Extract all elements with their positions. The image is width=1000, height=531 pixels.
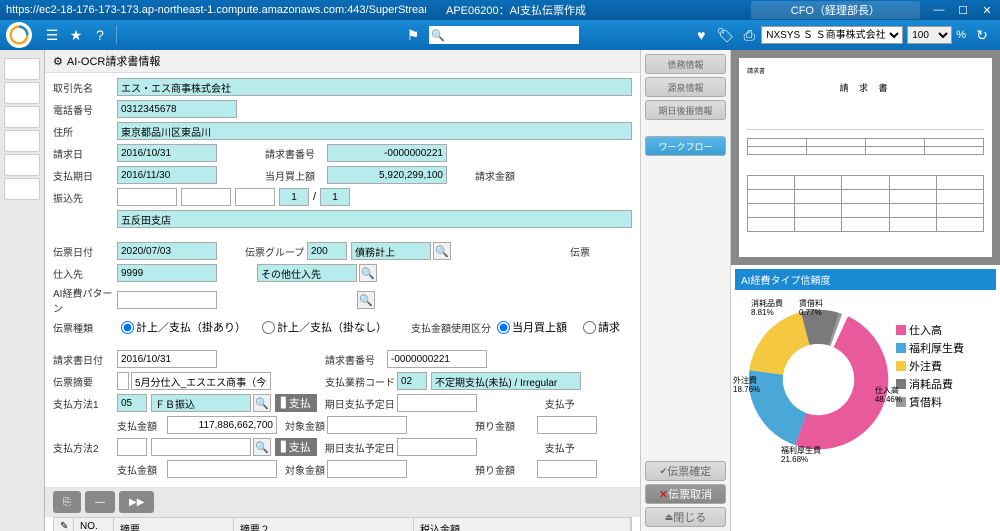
slip-group-input[interactable] xyxy=(307,242,347,260)
nav-item[interactable] xyxy=(4,154,40,176)
search-input[interactable]: 🔍 xyxy=(429,26,579,44)
postdate-button[interactable]: 期日後振情報 xyxy=(645,100,726,120)
cancel-button[interactable]: ✕ 伝票取消 xyxy=(645,484,726,504)
help-icon[interactable]: ? xyxy=(90,25,110,45)
star-icon[interactable]: ★ xyxy=(66,25,86,45)
titlebar: https://ec2-18-176-173-173.ap-northeast-… xyxy=(0,0,1000,20)
close-icon[interactable]: ✕ xyxy=(980,4,994,17)
right-action-panel: 债務情報 源泉情報 期日後振情報 ワークフロー ✔ 伝票確定 ✕ 伝票取消 ⏏ … xyxy=(640,50,730,531)
grid-header: ✎ NO. 摘要 摘要２ 税込金額 xyxy=(53,517,632,531)
month-purchase-input[interactable] xyxy=(327,166,447,184)
due-date-input[interactable] xyxy=(117,166,217,184)
radio-keijyo-ari[interactable]: 計上／支払（掛あり） xyxy=(121,319,246,335)
close-button[interactable]: ⏏ 閉じる xyxy=(645,507,726,527)
app-id: APE06200：AI支払伝票作成 xyxy=(446,2,751,18)
invoice-date2-input[interactable] xyxy=(117,350,217,368)
source-info-button[interactable]: 源泉情報 xyxy=(645,77,726,97)
invoice-date-input[interactable] xyxy=(117,144,217,162)
flag-icon[interactable]: ⚑ xyxy=(403,25,423,45)
pay-amount-input[interactable] xyxy=(167,416,277,434)
search-icon[interactable]: 🔍 xyxy=(253,438,271,456)
nav-item[interactable] xyxy=(4,130,40,152)
search-icon[interactable]: 🔍 xyxy=(359,264,377,282)
tel-input[interactable] xyxy=(117,100,237,118)
maximize-icon[interactable]: ☐ xyxy=(956,4,970,17)
workflow-button[interactable]: ワークフロー xyxy=(645,136,726,156)
copy-button[interactable]: ⎘ xyxy=(53,491,81,513)
branch-input[interactable] xyxy=(117,210,632,228)
nav-item[interactable] xyxy=(4,82,40,104)
refresh-icon[interactable]: ↻ xyxy=(972,25,992,45)
radio-togetsu[interactable]: 当月買上額 xyxy=(497,319,567,335)
radio-seikyu[interactable]: 請求 xyxy=(583,319,620,335)
user-role: CFO（経理部長） xyxy=(751,1,920,19)
debt-info-button[interactable]: 债務情報 xyxy=(645,54,726,74)
search-icon[interactable]: 🔍 xyxy=(433,242,451,260)
chart-title: AI経費タイプ信頼度 xyxy=(735,269,996,290)
nav-item[interactable] xyxy=(4,178,40,200)
section-ocr-header: ⚙ AI-OCR請求書情報 xyxy=(45,50,640,73)
ai-pattern-input[interactable] xyxy=(117,291,217,309)
delete-button[interactable]: — xyxy=(85,491,115,513)
menu-icon[interactable]: ☰ xyxy=(42,25,62,45)
invoice-no2-input[interactable] xyxy=(387,350,487,368)
next-button[interactable]: ▶▶ xyxy=(119,491,154,513)
search-icon[interactable]: 🔍 xyxy=(357,291,375,309)
gear-icon: ⚙ xyxy=(53,55,63,68)
pay-button[interactable]: ▋ 支払 xyxy=(275,394,317,412)
pay-button-2[interactable]: ▋ 支払 xyxy=(275,438,317,456)
nav-item[interactable] xyxy=(4,106,40,128)
minimize-icon[interactable]: — xyxy=(932,4,946,17)
left-nav xyxy=(0,50,45,531)
document-preview: 請求書 請 求 書 xyxy=(731,50,1000,265)
radio-keijyo-nashi[interactable]: 計上／支払（掛なし） xyxy=(262,319,387,335)
print-icon[interactable]: ⎙ xyxy=(739,25,759,45)
heart-icon[interactable]: ♥ xyxy=(691,25,711,45)
confidence-chart: 消耗品費8.81% 賃借料0.77% 外注費18.76% 仕入高48.46% 福… xyxy=(735,290,996,500)
nav-item[interactable] xyxy=(4,58,40,80)
toolbar: ☰ ★ ? ⚑ 🔍 ♥ 🏷 ⎙ NXSYS Ｓ Ｓ商事株式会社 100 % ↻ xyxy=(0,20,1000,50)
search-icon: 🔍 xyxy=(431,29,445,42)
zoom-select[interactable]: 100 xyxy=(907,26,952,44)
company-select[interactable]: NXSYS Ｓ Ｓ商事株式会社 xyxy=(761,26,903,44)
tag-icon[interactable]: 🏷 xyxy=(715,25,735,45)
confirm-button[interactable]: ✔ 伝票確定 xyxy=(645,461,726,481)
pay-method1-input[interactable] xyxy=(117,394,147,412)
chart-legend: 仕入高 福利厚生費 外注費 消耗品費 賃借料 xyxy=(896,320,964,500)
slip-date-input[interactable] xyxy=(117,242,217,260)
app-logo xyxy=(6,22,32,48)
invoice-no-input[interactable] xyxy=(327,144,447,162)
transfer-input[interactable] xyxy=(117,188,177,206)
supplier-input[interactable] xyxy=(117,264,217,282)
biz-code-input[interactable] xyxy=(397,372,427,390)
address-input[interactable] xyxy=(117,122,632,140)
vendor-name-input[interactable] xyxy=(117,78,632,96)
url-text: https://ec2-18-176-173-173.ap-northeast-… xyxy=(6,4,426,16)
summary-input[interactable] xyxy=(131,372,271,390)
search-icon[interactable]: 🔍 xyxy=(253,394,271,412)
